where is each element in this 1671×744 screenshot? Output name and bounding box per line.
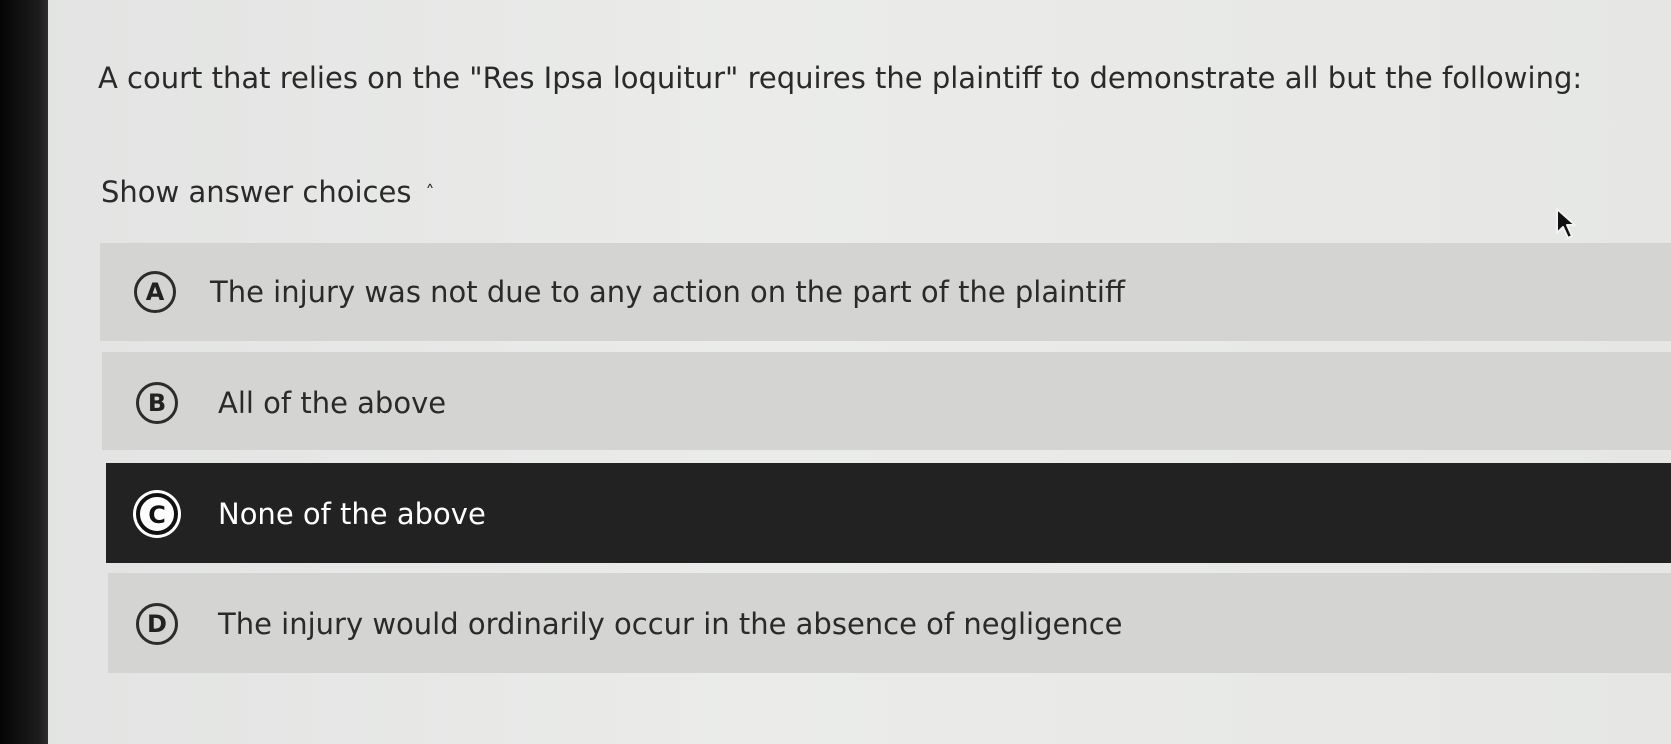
- question-text: A court that relies on the "Res Ipsa loq…: [98, 61, 1583, 95]
- toggle-label: Show answer choices: [101, 175, 412, 209]
- answer-choice-b[interactable]: B All of the above: [102, 352, 1671, 450]
- choice-label: The injury would ordinarily occur in the…: [218, 607, 1123, 641]
- choice-letter-badge: C: [136, 493, 178, 535]
- choice-label: None of the above: [218, 497, 486, 531]
- choice-label: All of the above: [218, 386, 447, 420]
- choice-letter-badge: D: [136, 603, 178, 645]
- mouse-pointer-icon: [1556, 208, 1576, 239]
- choice-letter-badge: B: [136, 382, 178, 424]
- answer-choice-d[interactable]: D The injury would ordinarily occur in t…: [108, 573, 1671, 673]
- show-answer-choices-toggle[interactable]: Show answer choices ˄: [101, 172, 434, 213]
- question-page: A court that relies on the "Res Ipsa loq…: [48, 0, 1671, 744]
- screen-bezel: [0, 0, 48, 744]
- choice-label: The injury was not due to any action on …: [210, 275, 1125, 309]
- chevron-up-icon: ˄: [425, 182, 435, 203]
- answer-choice-a[interactable]: A The injury was not due to any action o…: [100, 243, 1671, 341]
- choice-letter-badge: A: [134, 271, 176, 313]
- answer-choice-c[interactable]: C None of the above: [106, 463, 1671, 563]
